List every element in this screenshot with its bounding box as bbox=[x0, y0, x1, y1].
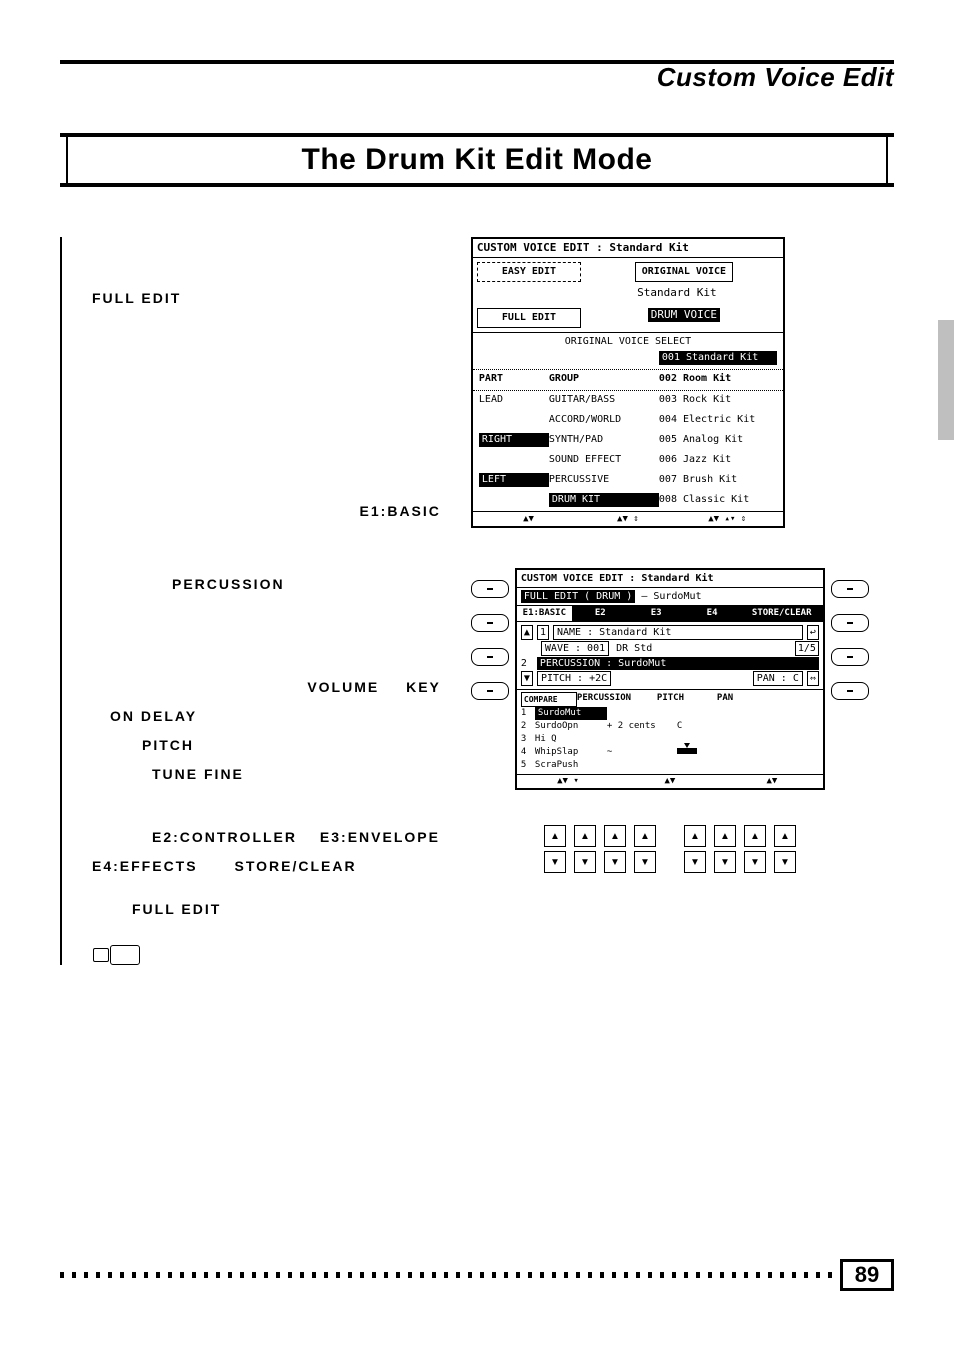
note-icon bbox=[110, 945, 140, 965]
arrow-up-3[interactable]: ▲ bbox=[604, 825, 626, 847]
lcd2-compare: COMPARE bbox=[521, 692, 577, 707]
arrow-down-7[interactable]: ▼ bbox=[744, 851, 766, 873]
lcd2-perc: PERCUSSION : SurdoMut bbox=[537, 657, 819, 670]
lcd1-foot-1: ▲▼ bbox=[479, 512, 578, 526]
arrow-down-5[interactable]: ▼ bbox=[684, 851, 706, 873]
lcd2-th-pitch: PITCH bbox=[657, 692, 717, 707]
panel-left-btn-2[interactable] bbox=[471, 614, 509, 632]
lcd1-easy-edit: EASY EDIT bbox=[477, 262, 581, 282]
lcd2-crumb-left: FULL EDIT ( DRUM ) bbox=[521, 590, 635, 603]
arrow-up-1[interactable]: ▲ bbox=[544, 825, 566, 847]
lcd-screenshot-full-edit-drum: CUSTOM VOICE EDIT : Standard Kit FULL ED… bbox=[515, 568, 825, 790]
arrow-up-6[interactable]: ▲ bbox=[714, 825, 736, 847]
arrow-down-4[interactable]: ▼ bbox=[634, 851, 656, 873]
label-full-edit-2: FULL EDIT bbox=[132, 901, 221, 917]
lcd1-full-edit-btn: FULL EDIT bbox=[477, 308, 581, 328]
lcd2-tab-e3: E3 bbox=[629, 606, 685, 621]
arrow-up-4[interactable]: ▲ bbox=[634, 825, 656, 847]
panel-right-btn-2[interactable] bbox=[831, 614, 869, 632]
lcd2-title: CUSTOM VOICE EDIT : Standard Kit bbox=[517, 570, 823, 588]
lcd1-foot-3: ▲▼ ▴▾ ⇕ bbox=[678, 512, 777, 526]
page-header-title: Custom Voice Edit bbox=[60, 62, 894, 93]
label-key: KEY bbox=[406, 679, 441, 695]
arrow-down-3[interactable]: ▼ bbox=[604, 851, 626, 873]
panel-left-btn-1[interactable] bbox=[471, 580, 509, 598]
thumb-tab bbox=[938, 320, 954, 440]
lcd2-crumb-right: – SurdoMut bbox=[641, 591, 701, 602]
lcd2-tab-e4: E4 bbox=[685, 606, 741, 621]
lcd2-table-row: 2SurdoOpn+ 2 centsC bbox=[521, 720, 819, 733]
lcd2-pitch-val: +2C bbox=[589, 673, 607, 684]
lcd1-row2-extra: 002 Room Kit bbox=[659, 372, 777, 386]
page-number: 89 bbox=[840, 1259, 894, 1291]
arrow-up-5[interactable]: ▲ bbox=[684, 825, 706, 847]
lcd2-pan-val: C bbox=[793, 673, 799, 684]
double-arrow-icon: ⇔ bbox=[807, 671, 819, 686]
label-full-edit: FULL EDIT bbox=[92, 290, 181, 306]
lcd1-selected-row: 001 Standard Kit bbox=[659, 351, 777, 365]
panel-right-btn-4[interactable] bbox=[831, 682, 869, 700]
panel-left-btn-3[interactable] bbox=[471, 648, 509, 666]
lcd1-row: LEFTPERCUSSIVE007 Brush Kit bbox=[473, 471, 783, 491]
lcd1-col-group: GROUP bbox=[549, 372, 659, 386]
lcd-screenshot-original-voice-select: CUSTOM VOICE EDIT : Standard Kit EASY ED… bbox=[471, 237, 785, 528]
return-icon: ↩ bbox=[807, 625, 819, 640]
main-title-box: The Drum Kit Edit Mode bbox=[60, 133, 894, 187]
lcd1-ovs-title: ORIGINAL VOICE SELECT bbox=[473, 332, 783, 349]
lcd1-row: ACCORD/WORLD004 Electric Kit bbox=[473, 411, 783, 431]
footer-dots bbox=[60, 1272, 832, 1278]
lcd2-tab-store: STORE/CLEAR bbox=[741, 606, 823, 621]
lcd2-wave-val: DR Std bbox=[613, 642, 791, 655]
label-tune-fine: TUNE FINE bbox=[152, 766, 244, 782]
arrow-down-8[interactable]: ▼ bbox=[774, 851, 796, 873]
lcd1-row: DRUM KIT008 Classic Kit bbox=[473, 491, 783, 511]
arrow-down-6[interactable]: ▼ bbox=[714, 851, 736, 873]
lcd2-foot-1: ▲▼ ▾ bbox=[517, 775, 619, 788]
panel-right-btn-1[interactable] bbox=[831, 580, 869, 598]
lcd2-name: NAME : Standard Kit bbox=[553, 625, 803, 640]
lcd1-row: RIGHTSYNTH/PAD005 Analog Kit bbox=[473, 431, 783, 451]
label-on-delay: ON DELAY bbox=[110, 708, 197, 724]
lcd1-row: LEADGUITAR/BASS003 Rock Kit bbox=[473, 391, 783, 411]
lcd2-foot-3: ▲▼ bbox=[721, 775, 823, 788]
panel-arrow-buttons: ▲ ▼ ▲ ▼ ▲ ▼ ▲ ▼ ▲ ▼ ▲ ▼ ▲ ▼ ▲ ▼ bbox=[515, 825, 825, 873]
lcd2-table-row: 3Hi Q bbox=[521, 733, 819, 746]
lcd2-table-row: 4WhipSlap~ bbox=[521, 746, 819, 759]
lcd1-standard-kit: Standard Kit bbox=[575, 286, 779, 300]
lcd1-drum-voice: DRUM VOICE bbox=[648, 308, 720, 322]
arrow-up-2[interactable]: ▲ bbox=[574, 825, 596, 847]
label-e3-envelope: E3:ENVELOPE bbox=[320, 829, 440, 845]
panel-right-btn-3[interactable] bbox=[831, 648, 869, 666]
lcd2-tab-e1: E1:BASIC bbox=[517, 606, 573, 621]
arrow-down-1[interactable]: ▼ bbox=[544, 851, 566, 873]
lcd2-pan-label: PAN : bbox=[757, 673, 787, 684]
lcd1-col-part: PART bbox=[479, 372, 549, 386]
label-store-clear: STORE/CLEAR bbox=[234, 858, 356, 874]
arrow-up-8[interactable]: ▲ bbox=[774, 825, 796, 847]
main-title: The Drum Kit Edit Mode bbox=[302, 143, 653, 176]
label-pitch: PITCH bbox=[142, 737, 194, 753]
lcd1-row: SOUND EFFECT006 Jazz Kit bbox=[473, 451, 783, 471]
lcd1-title: CUSTOM VOICE EDIT : Standard Kit bbox=[473, 239, 783, 258]
lcd1-foot-2: ▲▼ ⇕ bbox=[578, 512, 677, 526]
label-e2-controller: E2:CONTROLLER bbox=[152, 829, 297, 845]
lcd2-th-perc: PERCUSSION bbox=[577, 692, 657, 707]
lcd2-foot-2: ▲▼ bbox=[619, 775, 721, 788]
label-volume: VOLUME bbox=[307, 679, 379, 695]
label-percussion: PERCUSSION bbox=[172, 576, 285, 592]
panel-left-btn-4[interactable] bbox=[471, 682, 509, 700]
lcd2-pitch-label: PITCH : bbox=[541, 673, 583, 684]
lcd2-tab-e2: E2 bbox=[573, 606, 629, 621]
label-e1-basic: E1:BASIC bbox=[360, 503, 441, 519]
arrow-up-7[interactable]: ▲ bbox=[744, 825, 766, 847]
lcd2-wave-label: WAVE : 001 bbox=[541, 641, 609, 656]
lcd2-table-row: 5ScraPush bbox=[521, 759, 819, 772]
label-e4-effects: E4:EFFECTS bbox=[92, 858, 198, 874]
arrow-down-2[interactable]: ▼ bbox=[574, 851, 596, 873]
lcd2-badge-right: 1/5 bbox=[795, 641, 819, 656]
lcd1-original-voice: ORIGINAL VOICE bbox=[635, 262, 733, 282]
lcd2-th-pan: PAN bbox=[717, 692, 757, 707]
lcd2-table-row: 1SurdoMut bbox=[521, 707, 819, 720]
